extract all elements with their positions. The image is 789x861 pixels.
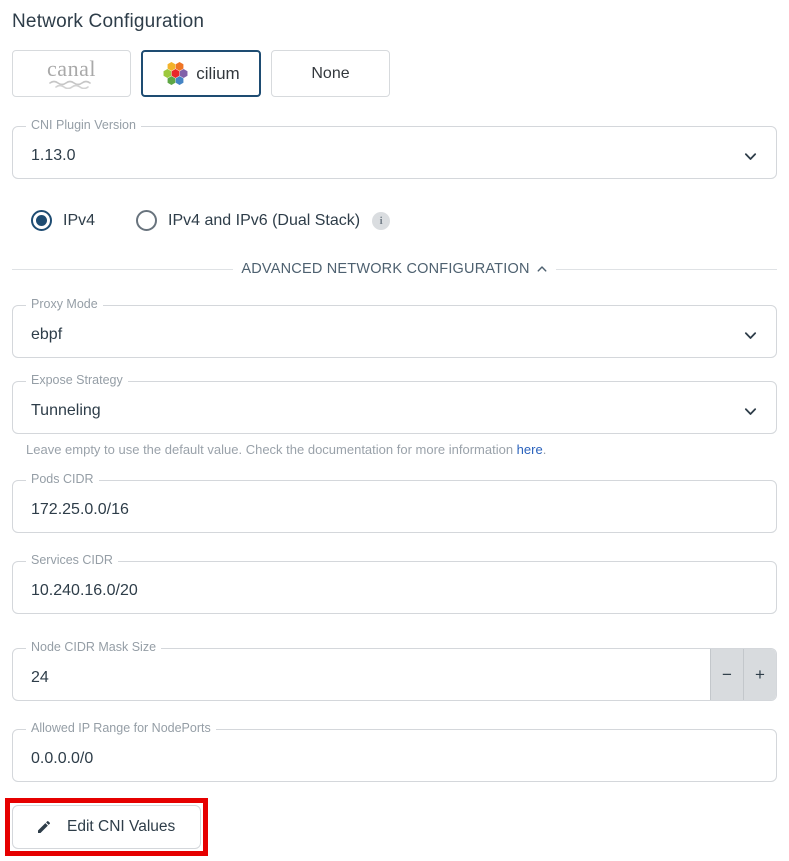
services-cidr-label: Services CIDR	[26, 553, 118, 567]
page-title: Network Configuration	[12, 11, 777, 33]
pods-cidr-label: Pods CIDR	[26, 472, 99, 486]
pods-cidr-value: 172.25.0.0/16	[31, 501, 758, 519]
ip-family-radio-group: IPv4 IPv4 and IPv6 (Dual Stack) i	[31, 210, 777, 231]
edit-cni-values-button[interactable]: Edit CNI Values	[12, 805, 201, 849]
documentation-link[interactable]: here	[517, 442, 543, 457]
info-icon[interactable]: i	[372, 212, 390, 230]
divider-line-left	[12, 269, 233, 270]
cni-option-cilium[interactable]: cilium	[141, 50, 261, 97]
advanced-section-label: ADVANCED NETWORK CONFIGURATION	[241, 261, 529, 277]
node-cidr-mask-size-value: 24	[31, 649, 710, 700]
highlight-annotation: Edit CNI Values	[5, 798, 208, 856]
edit-cni-values-label: Edit CNI Values	[67, 818, 175, 836]
cni-option-group: canal cilium None	[12, 50, 777, 97]
radio-dual-stack[interactable]: IPv4 and IPv6 (Dual Stack) i	[136, 210, 390, 231]
advanced-network-configuration-toggle[interactable]: ADVANCED NETWORK CONFIGURATION	[12, 261, 777, 277]
increment-button[interactable]: +	[743, 649, 776, 700]
pods-cidr-input[interactable]: Pods CIDR 172.25.0.0/16	[12, 480, 777, 533]
chevron-down-icon	[743, 404, 758, 419]
cilium-logo-icon	[162, 60, 189, 87]
chevron-down-icon	[743, 328, 758, 343]
node-cidr-mask-size-input[interactable]: Node CIDR Mask Size 24 − +	[12, 648, 777, 701]
cni-plugin-version-select[interactable]: CNI Plugin Version 1.13.0	[12, 126, 777, 179]
cni-plugin-version-label: CNI Plugin Version	[26, 118, 141, 132]
number-stepper: − +	[710, 649, 776, 700]
pencil-icon	[36, 819, 52, 835]
decrement-button[interactable]: −	[710, 649, 743, 700]
network-configuration-form: Network Configuration canal cilium	[0, 11, 789, 856]
expose-strategy-value: Tunneling	[31, 402, 743, 420]
expose-strategy-helper-text: Leave empty to use the default value. Ch…	[26, 442, 777, 457]
expose-strategy-label: Expose Strategy	[26, 373, 128, 387]
allowed-ip-range-label: Allowed IP Range for NodePorts	[26, 721, 216, 735]
proxy-mode-label: Proxy Mode	[26, 297, 103, 311]
canal-waves-icon	[46, 80, 98, 89]
services-cidr-value: 10.240.16.0/20	[31, 582, 758, 600]
node-cidr-mask-size-label: Node CIDR Mask Size	[26, 640, 161, 654]
allowed-ip-range-input[interactable]: Allowed IP Range for NodePorts 0.0.0.0/0	[12, 729, 777, 782]
proxy-mode-value: ebpf	[31, 326, 743, 344]
radio-circle-unselected	[136, 210, 157, 231]
cni-option-none[interactable]: None	[271, 50, 390, 97]
services-cidr-input[interactable]: Services CIDR 10.240.16.0/20	[12, 561, 777, 614]
chevron-down-icon	[743, 149, 758, 164]
radio-circle-selected	[31, 210, 52, 231]
proxy-mode-select[interactable]: Proxy Mode ebpf	[12, 305, 777, 358]
radio-ipv4[interactable]: IPv4	[31, 210, 95, 231]
divider-line-right	[556, 269, 777, 270]
cni-option-canal[interactable]: canal	[12, 50, 131, 97]
cni-plugin-version-value: 1.13.0	[31, 147, 743, 165]
expose-strategy-select[interactable]: Expose Strategy Tunneling	[12, 381, 777, 434]
allowed-ip-range-value: 0.0.0.0/0	[31, 750, 758, 768]
canal-logo: canal	[46, 58, 98, 89]
chevron-up-icon	[536, 263, 548, 275]
